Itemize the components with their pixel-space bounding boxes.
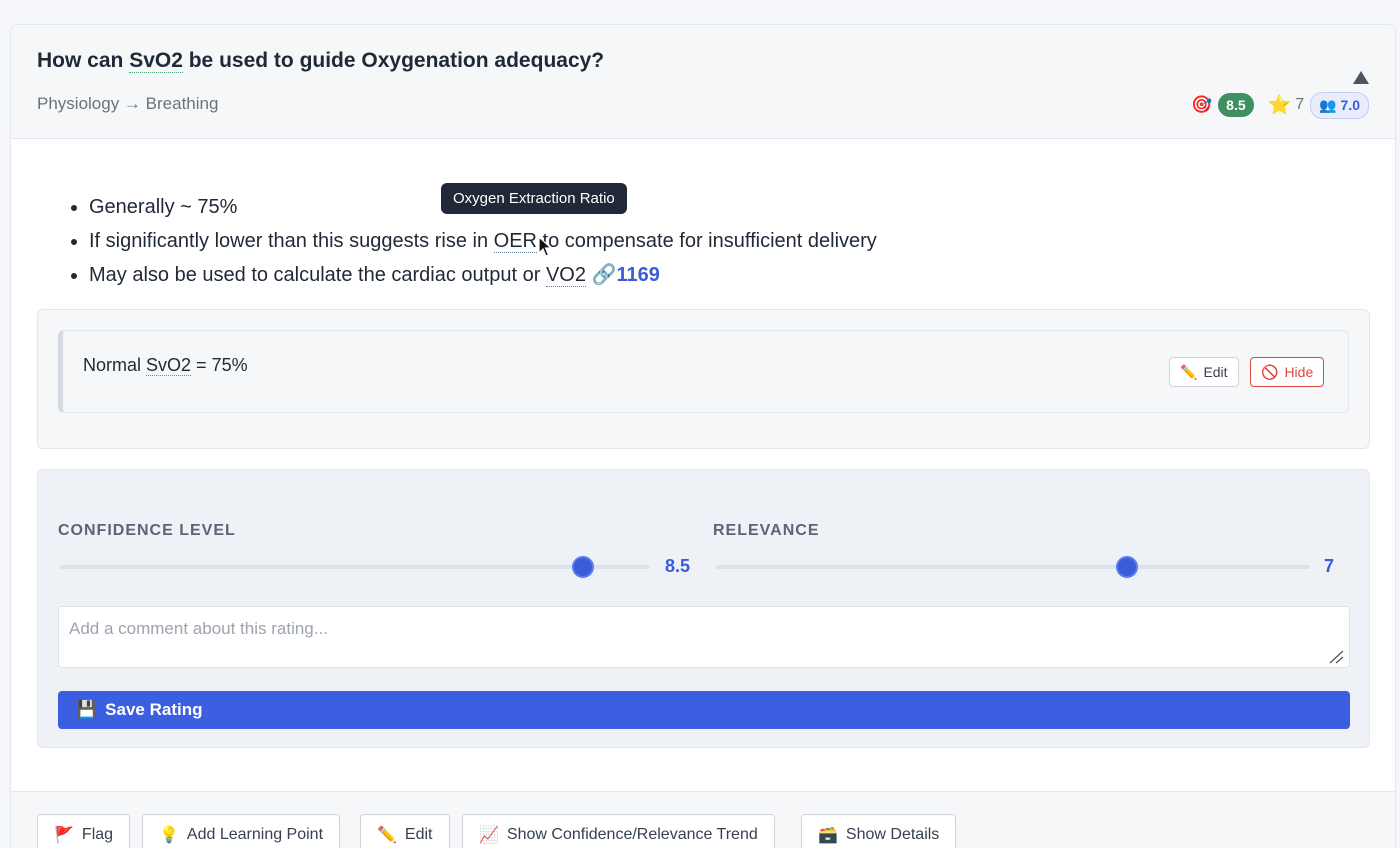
edit-label: Edit xyxy=(404,826,433,843)
flag-label: Flag xyxy=(81,826,114,843)
edit-learning-point-button[interactable]: ✏️ Edit xyxy=(1169,357,1239,387)
score-badge: 8.5 xyxy=(1218,93,1254,117)
learning-point-text: Normal SvO2 = 75% xyxy=(83,355,248,376)
title-text: How can xyxy=(37,49,130,72)
edit-button[interactable]: ✏️ Edit xyxy=(360,814,450,848)
hide-label: Hide xyxy=(1284,364,1314,380)
chart-increasing-icon: 📈 xyxy=(479,827,499,844)
save-rating-button[interactable]: 💾 Save Rating xyxy=(58,691,1350,729)
stats-bar: 🎯 8.5 ⭐ 7 👥 7.0 xyxy=(1191,91,1369,119)
prohibited-icon: 🚫 xyxy=(1261,363,1279,380)
lp-abbreviation[interactable]: SvO2 xyxy=(146,355,192,376)
title-abbreviation[interactable]: SvO2 xyxy=(129,49,183,73)
trend-label: Show Confidence/Relevance Trend xyxy=(506,826,758,843)
star-count: 7 xyxy=(1295,96,1305,113)
question-card: How can SvO2 be used to guide Oxygenatio… xyxy=(10,24,1396,848)
bullet-text: to compensate for insufficient delivery xyxy=(536,230,877,252)
comment-input[interactable] xyxy=(58,606,1350,668)
details-label: Show Details xyxy=(845,826,940,843)
relevance-slider-track[interactable] xyxy=(716,565,1310,569)
flag-icon: 🚩 xyxy=(54,827,74,844)
hide-learning-point-button[interactable]: 🚫 Hide xyxy=(1250,357,1325,387)
breadcrumb[interactable]: Physiology → Breathing xyxy=(37,94,218,114)
community-score: 7.0 xyxy=(1340,96,1360,113)
relevance-label: RELEVANCE xyxy=(713,522,820,539)
learning-point-card: Normal SvO2 = 75% ✏️ Edit 🚫 Hide xyxy=(58,330,1349,413)
community-score-badge: 👥 7.0 xyxy=(1310,91,1369,119)
rating-section: CONFIDENCE LEVEL RELEVANCE 8.5 7 💾 Save R… xyxy=(37,469,1370,748)
confidence-slider-thumb[interactable] xyxy=(572,556,594,578)
add-lp-label: Add Learning Point xyxy=(186,826,324,843)
title-text-suffix: be used to guide Oxygenation adequacy? xyxy=(182,49,605,72)
save-label: Save Rating xyxy=(105,700,203,719)
target-icon: 🎯 xyxy=(1190,95,1213,114)
add-learning-point-button[interactable]: 💡 Add Learning Point xyxy=(142,814,341,848)
flag-button[interactable]: 🚩 Flag xyxy=(37,814,131,848)
pencil-icon: ✏️ xyxy=(377,827,397,844)
learning-points-section: Normal SvO2 = 75% ✏️ Edit 🚫 Hide xyxy=(37,309,1370,449)
star-icon: ⭐ xyxy=(1267,95,1292,116)
reference-link[interactable]: 1169 xyxy=(616,264,659,286)
confidence-slider-track[interactable] xyxy=(60,565,650,569)
relevance-slider-thumb[interactable] xyxy=(1116,556,1138,578)
edit-label: Edit xyxy=(1203,364,1228,380)
bullet-item: If significantly lower than this suggest… xyxy=(89,224,877,258)
confidence-label: CONFIDENCE LEVEL xyxy=(58,522,236,539)
card-file-box-icon: 🗃️ xyxy=(818,827,838,844)
floppy-disk-icon: 💾 xyxy=(76,700,98,719)
show-trend-button[interactable]: 📈 Show Confidence/Relevance Trend xyxy=(462,814,775,848)
bullet-text: If significantly lower than this suggest… xyxy=(89,230,494,252)
abbreviation-oer[interactable]: OER xyxy=(493,230,537,253)
bullet-text: May also be used to calculate the cardia… xyxy=(89,264,546,286)
resize-handle-icon[interactable] xyxy=(1328,650,1344,664)
pencil-icon: ✏️ xyxy=(1180,363,1198,380)
card-header: How can SvO2 be used to guide Oxygenatio… xyxy=(11,25,1395,139)
users-icon: 👥 xyxy=(1319,96,1337,113)
show-details-button[interactable]: 🗃️ Show Details xyxy=(801,814,957,848)
bullet-text: Generally ~ 75% xyxy=(89,196,238,218)
confidence-value: 8.5 xyxy=(665,556,691,576)
abbreviation-vo2[interactable]: VO2 xyxy=(545,264,586,287)
collapse-icon[interactable] xyxy=(1353,71,1369,84)
bullet-item: May also be used to calculate the cardia… xyxy=(89,258,877,292)
lightbulb-icon: 💡 xyxy=(159,827,179,844)
lp-text-prefix: Normal xyxy=(83,355,147,375)
action-bar: 🚩 Flag 💡 Add Learning Point ✏️ Edit 📈 Show C… xyxy=(11,791,1395,848)
tooltip: Oxygen Extraction Ratio xyxy=(441,183,627,214)
relevance-value: 7 xyxy=(1324,556,1335,576)
lp-text-suffix: = 75% xyxy=(191,355,248,375)
mouse-cursor-icon xyxy=(538,236,552,257)
question-title: How can SvO2 be used to guide Oxygenatio… xyxy=(37,49,604,73)
link-icon: 🔗 xyxy=(591,264,617,286)
